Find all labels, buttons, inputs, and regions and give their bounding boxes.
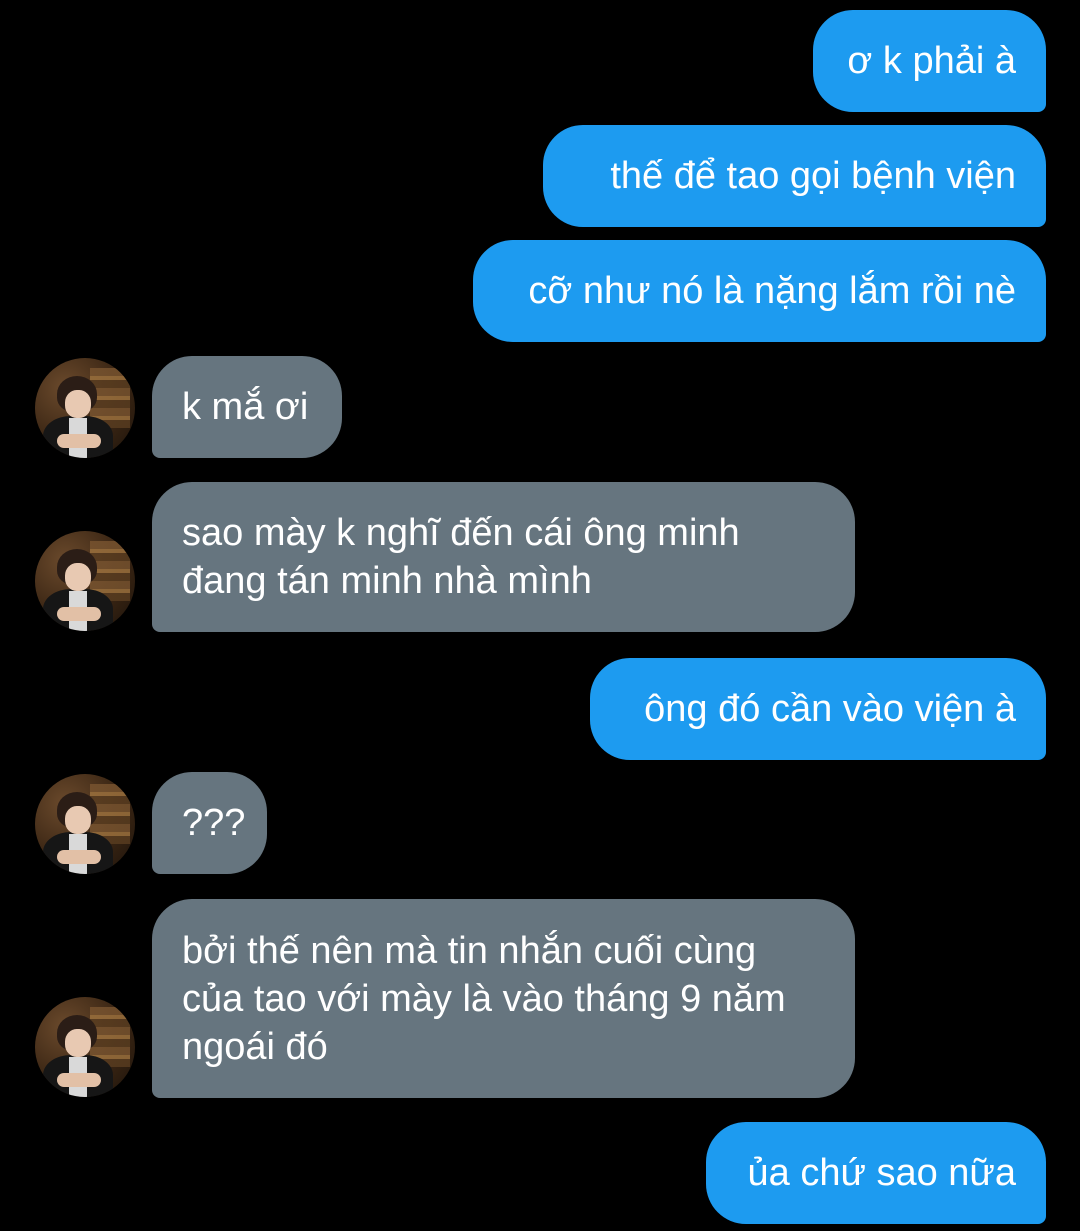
message-text: k mắ ơi — [182, 386, 309, 428]
message-text: ??? — [182, 802, 246, 844]
avatar[interactable] — [35, 531, 135, 631]
message-bubble-sent[interactable]: cỡ như nó là nặng lắm rồi nè — [473, 240, 1046, 342]
message-bubble-sent[interactable]: ông đó cần vào viện à — [590, 658, 1046, 760]
message-bubble-received[interactable]: sao mày k nghĩ đến cái ông minh đang tán… — [152, 482, 855, 632]
message-text: ông đó cần vào viện à — [644, 688, 1016, 730]
message-text: thế để tao gọi bệnh viện — [610, 155, 1016, 197]
avatar[interactable] — [35, 997, 135, 1097]
message-bubble-sent[interactable]: thế để tao gọi bệnh viện — [543, 125, 1046, 227]
avatar[interactable] — [35, 774, 135, 874]
message-text: ơ k phải à — [847, 40, 1016, 82]
avatar[interactable] — [35, 358, 135, 458]
message-text: bởi thế nên mà tin nhắn cuối cùng của ta… — [182, 929, 786, 1068]
message-bubble-sent[interactable]: ơ k phải à — [813, 10, 1046, 112]
message-bubble-received[interactable]: bởi thế nên mà tin nhắn cuối cùng của ta… — [152, 899, 855, 1098]
message-text: cỡ như nó là nặng lắm rồi nè — [528, 270, 1016, 312]
message-bubble-received[interactable]: k mắ ơi — [152, 356, 342, 458]
message-text: sao mày k nghĩ đến cái ông minh đang tán… — [182, 512, 740, 602]
message-text: ủa chứ sao nữa — [747, 1152, 1017, 1194]
message-bubble-sent[interactable]: ủa chứ sao nữa — [706, 1122, 1046, 1224]
message-bubble-received[interactable]: ??? — [152, 772, 267, 874]
